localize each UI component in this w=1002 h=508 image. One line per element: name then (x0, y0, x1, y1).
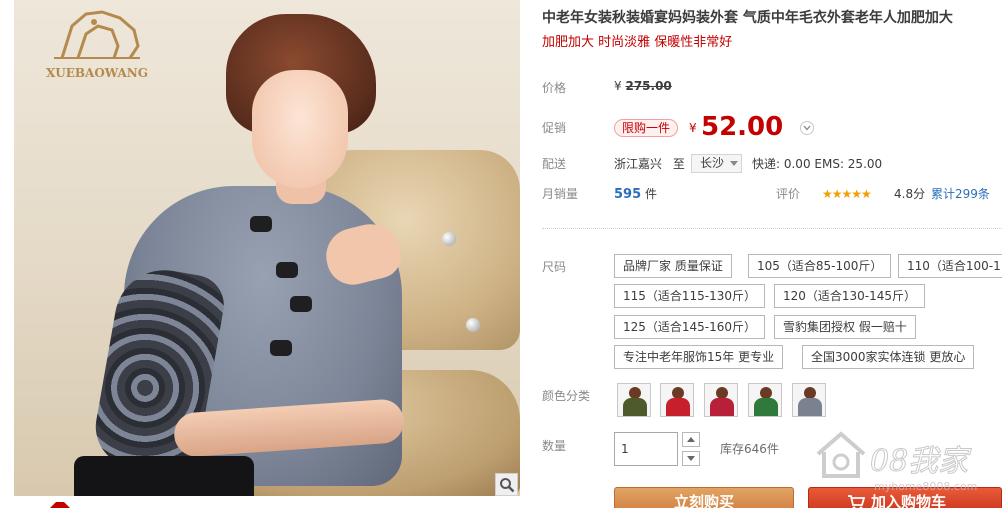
jacket-button (290, 296, 312, 312)
watermark-url: myhome8008.com (874, 480, 978, 493)
sales-unit: 件 (644, 187, 657, 201)
swatch-body (798, 398, 822, 416)
size-option[interactable]: 120（适合130-145斤） (774, 284, 926, 308)
house-icon (816, 431, 866, 478)
size-option[interactable]: 品牌厂家 质量保证 (614, 254, 732, 278)
quantity-decrease-button[interactable] (682, 451, 700, 466)
quantity-increase-button[interactable] (682, 432, 700, 447)
color-swatch[interactable] (792, 383, 826, 417)
sales-count: 595 (614, 187, 642, 202)
site-watermark: 08我家 myhome8008.com (808, 420, 1002, 502)
ship-to-word: 至 (672, 157, 685, 171)
size-option[interactable]: 全国3000家实体连锁 更放心 (802, 345, 975, 369)
sales-label: 月销量 (542, 187, 579, 201)
color-swatch[interactable] (660, 383, 694, 417)
ship-from: 浙江嘉兴 至 (614, 155, 685, 173)
original-price: ¥ 275.00 (614, 79, 672, 93)
brand-logo: XUEBAOWANG (42, 6, 152, 80)
pants (74, 456, 254, 496)
shipping-label: 配送 (542, 157, 567, 171)
sofa-stud (442, 232, 456, 246)
rating-stars: ★★★★★ (822, 187, 872, 201)
size-option[interactable]: 125（适合145-160斤） (614, 315, 766, 339)
price-label: 价格 (542, 81, 567, 95)
buy-now-button[interactable]: 立刻购买 (614, 487, 794, 508)
promo-label: 促销 (542, 121, 567, 135)
leopard-logo-icon (54, 10, 140, 59)
ship-destination-select[interactable]: 长沙 (691, 154, 742, 173)
size-option[interactable]: 专注中老年服饰15年 更专业 (614, 345, 784, 369)
brand-logo-text: XUEBAOWANG (45, 66, 149, 80)
size-option[interactable]: 115（适合115-130斤） (614, 284, 766, 308)
ship-origin: 浙江嘉兴 (614, 157, 663, 171)
size-option[interactable]: 110（适合100-1 (898, 254, 1002, 278)
promo-tag: 限购一件 (614, 119, 679, 137)
swatch-body (754, 398, 778, 416)
rating-score: 4.8分 (894, 187, 926, 201)
shipping-fee: 快递: 0.00 EMS: 25.00 (752, 157, 883, 171)
promo-price: 52.00 (701, 112, 784, 142)
zoom-button[interactable] (495, 473, 518, 496)
quantity-label: 数量 (542, 439, 567, 453)
swatch-body (623, 398, 647, 416)
size-label: 尺码 (542, 260, 567, 274)
color-swatch[interactable] (748, 383, 782, 417)
rating-label: 评价 (776, 187, 801, 201)
product-subtitle: 加肥加大 时尚淡雅 保暖性非常好 (542, 35, 733, 50)
face (252, 70, 348, 188)
color-label: 颜色分类 (542, 389, 591, 403)
product-main-image[interactable]: XUEBAOWANG (14, 0, 520, 496)
jacket-button (270, 340, 292, 356)
caret-up-icon (687, 437, 695, 442)
product-title: 中老年女装秋装婚宴妈妈装外套 气质中年毛衣外套老年人加肥加大 (542, 10, 953, 26)
caret-down-icon (687, 456, 695, 461)
currency-symbol: ¥ (614, 79, 622, 93)
jacket-button (276, 262, 298, 278)
swatch-body (666, 398, 690, 416)
monthly-sales: 595 件 (614, 185, 657, 204)
review-count-link[interactable]: 累计299条 (931, 185, 990, 203)
size-option[interactable]: 雪豹集团授权 假一赔十 (774, 315, 916, 339)
magnifier-icon (500, 478, 515, 493)
watermark-text: 08我家 (869, 444, 969, 480)
caret-down-icon (730, 161, 738, 166)
jacket-button (250, 216, 272, 232)
ship-destination: 长沙 (700, 156, 725, 170)
color-swatch[interactable] (704, 383, 738, 417)
chevron-down-icon (803, 125, 811, 131)
swatch-body (710, 398, 734, 416)
section-divider (542, 228, 1002, 229)
promo-currency: ¥ (689, 121, 697, 135)
size-option[interactable]: 105（适合85-100斤） (748, 254, 892, 278)
sofa-stud (466, 318, 480, 332)
original-price-value: 275.00 (625, 79, 672, 93)
color-swatch[interactable] (617, 383, 651, 417)
promo-expand-button[interactable] (800, 121, 814, 135)
thumbnail-indicator (50, 502, 70, 508)
stock-count: 库存646件 (720, 442, 779, 456)
quantity-input[interactable]: 1 (614, 432, 678, 466)
